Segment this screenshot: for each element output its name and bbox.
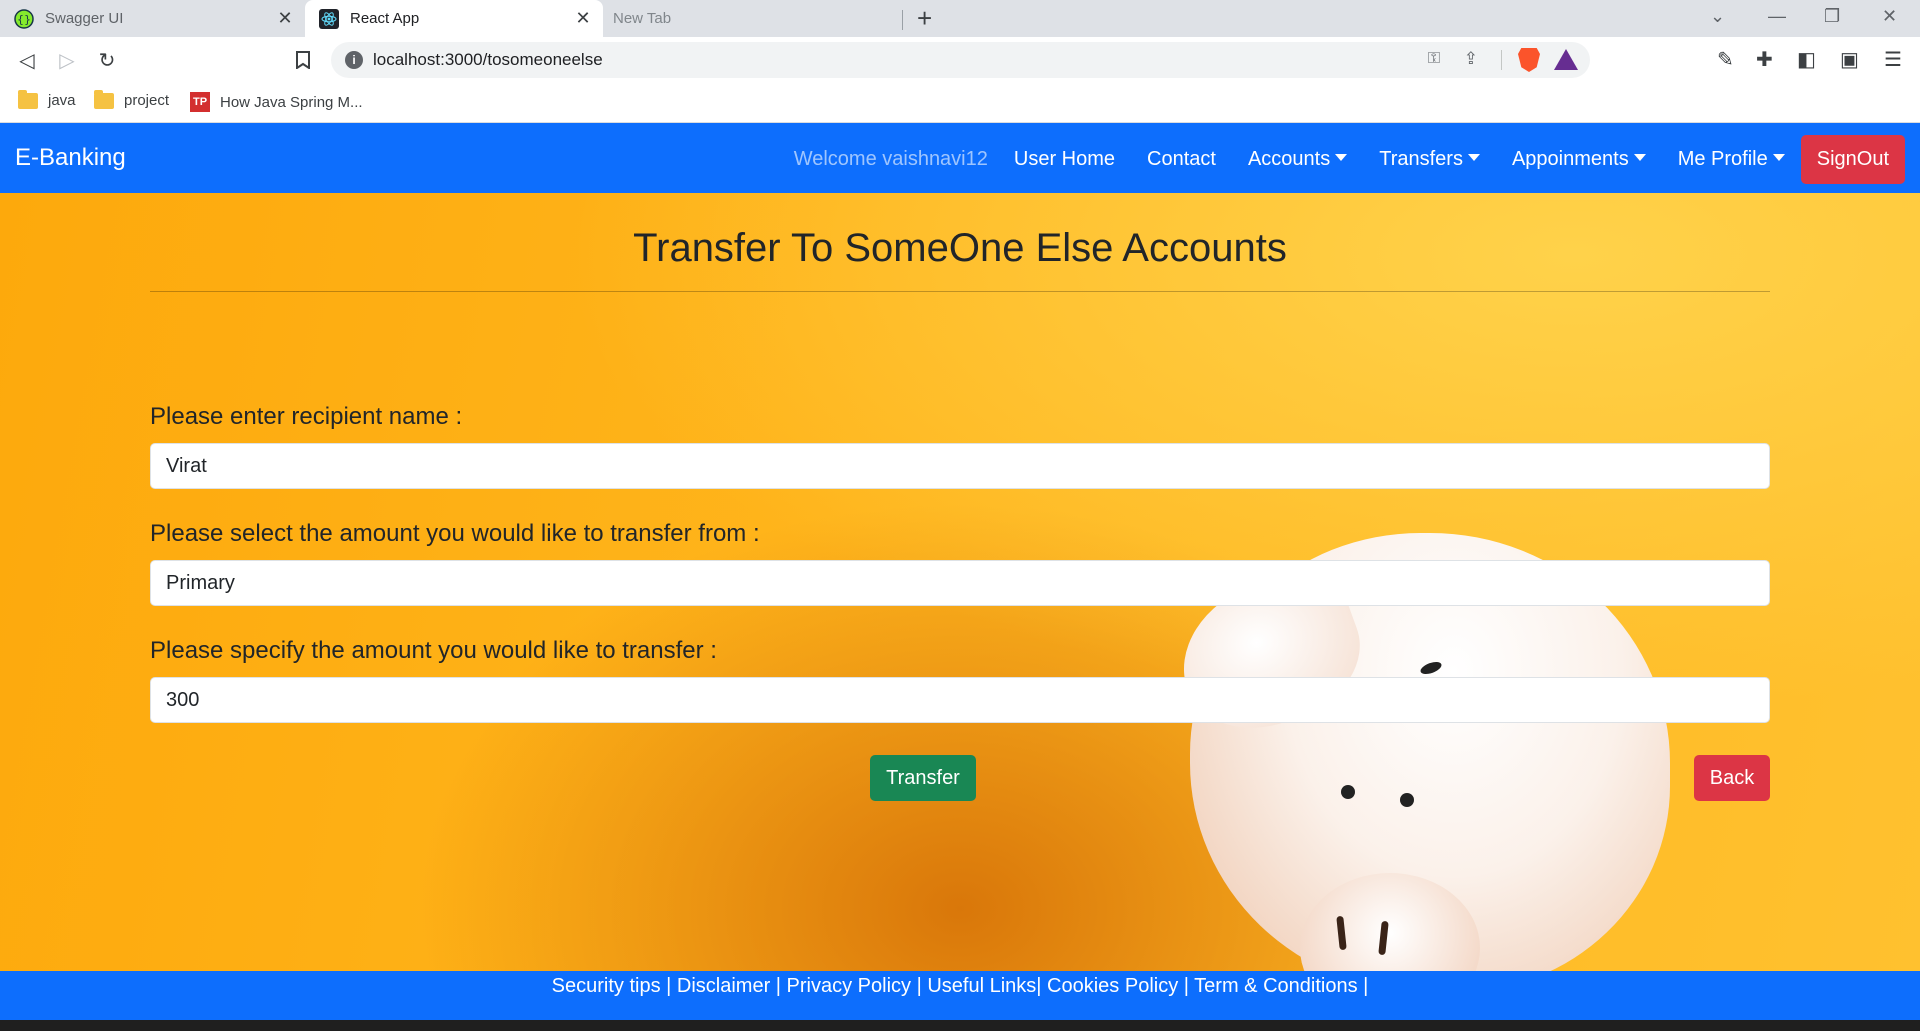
tab-new-tab[interactable]: New Tab [603,0,903,37]
close-tab-icon[interactable]: ✕ [275,8,295,28]
extensions-puzzle-icon[interactable]: ✚ [1756,47,1773,72]
nav-label: Contact [1147,147,1216,170]
from-account-select[interactable]: Primary [150,560,1770,606]
page-title: Transfer To SomeOne Else Accounts [633,226,1287,270]
tp-icon: TP [190,92,210,112]
tab-swagger-ui[interactable]: {} Swagger UI ✕ [0,0,305,37]
svg-text:{}: {} [17,13,31,26]
react-icon [319,8,339,29]
recipient-name-input[interactable]: Virat [150,443,1770,489]
nav-label: Transfers [1379,147,1463,170]
nav-user-home[interactable]: User Home [998,148,1131,171]
tab-title: React App [350,10,420,27]
back-arrow-icon[interactable]: ◁ [14,47,40,73]
caret-down-icon [1772,153,1785,161]
menu-icon[interactable]: ☰ [1884,47,1902,72]
nav-transfers-dropdown[interactable]: Transfers [1363,148,1496,171]
nav-label: User Home [1013,147,1116,170]
caret-down-icon [1335,153,1348,161]
footer-separator: | [1036,975,1048,997]
footer-link-disclaimer[interactable]: Disclaimer [677,975,770,997]
caret-down-icon [1633,153,1646,161]
title-divider [150,291,1770,292]
wallet-icon[interactable]: ▣ [1840,47,1859,72]
address-bar[interactable]: i localhost:3000/tosomeoneelse ⚿ ⇪ [331,42,1590,78]
footer-link-cookies-policy[interactable]: Cookies Policy [1047,975,1178,997]
page-background: Transfer To SomeOne Else Accounts Please… [0,193,1920,1020]
recipient-name-label: Please enter recipient name : [150,403,463,430]
nav-menu: Welcome vaishnavi12 User Home Contact Ac… [778,134,1905,184]
from-account-label: Please select the amount you would like … [150,520,760,547]
brave-shield-icon[interactable] [1518,48,1540,72]
bookmark-how-java-spring[interactable]: TP How Java Spring M... [190,92,363,112]
amount-label: Please specify the amount you would like… [150,637,717,664]
pen-icon[interactable]: ✎ [1717,47,1734,72]
footer-separator: | [911,975,928,997]
bookmark-project[interactable]: project [94,89,170,109]
footer-link-security-tips[interactable]: Security tips [552,975,661,997]
close-window-icon[interactable]: ✕ [1882,6,1897,27]
footer-separator: | [660,975,677,997]
footer-separator: | [1357,975,1369,997]
signout-button[interactable]: SignOut [1800,134,1905,184]
brand-logo[interactable]: E-Banking [15,144,126,172]
folder-icon [18,89,38,109]
key-icon[interactable]: ⚿ [1428,50,1440,68]
brave-rewards-icon[interactable] [1554,49,1578,70]
tab-divider [902,10,903,30]
footer: Security tips | Disclaimer | Privacy Pol… [0,971,1920,1020]
bookmark-java[interactable]: java [18,89,76,109]
nav-label: Accounts [1247,147,1331,170]
folder-icon [94,89,114,109]
nav-label: Appoinments [1511,147,1629,170]
footer-link-useful-links[interactable]: Useful Links [927,975,1036,997]
minimize-icon[interactable]: — [1768,6,1786,27]
nav-label: Me Profile [1677,147,1768,170]
url-text[interactable]: localhost:3000/tosomeoneelse [373,50,603,70]
nav-appoinments-dropdown[interactable]: Appoinments [1496,148,1662,171]
close-tab-icon[interactable]: ✕ [573,8,593,28]
sidebar-icon[interactable]: ◧ [1797,47,1816,72]
browser-toolbar: ◁ ▷ ↻ i localhost:3000/tosomeoneelse ⚿ ⇪… [0,37,1920,83]
piggy-bank-nostril [1336,915,1347,951]
caret-down-icon [1467,153,1480,161]
bookmark-label: project [124,92,170,109]
amount-input[interactable]: 300 [150,677,1770,723]
footer-link-terms[interactable]: Term & Conditions [1194,975,1357,997]
tab-title: New Tab [613,10,672,27]
bookmark-label: How Java Spring M... [220,93,363,111]
nav-accounts-dropdown[interactable]: Accounts [1232,148,1363,171]
tab-react-app[interactable]: React App ✕ [305,0,603,37]
piggy-bank-eye [1341,785,1355,799]
footer-separator: | [1178,975,1195,997]
reload-icon[interactable]: ↻ [94,47,120,73]
nav-contact[interactable]: Contact [1131,148,1232,171]
piggy-bank-slot [1418,659,1444,677]
bookmark-label: java [48,92,76,109]
transfer-button[interactable]: Transfer [870,755,976,801]
omnibox-divider [1501,50,1502,70]
back-button[interactable]: Back [1694,755,1770,801]
piggy-bank-eye [1400,793,1414,807]
footer-separator: | [770,975,787,997]
swagger-icon: {} [14,8,34,29]
footer-link-privacy-policy[interactable]: Privacy Policy [787,975,911,997]
piggy-bank-nostril [1378,920,1389,956]
os-taskbar [0,1020,1920,1031]
share-icon[interactable]: ⇪ [1464,49,1478,69]
site-info-icon[interactable]: i [345,51,363,69]
tab-search-chevron-icon[interactable]: ⌄ [1710,6,1725,27]
forward-arrow-icon[interactable]: ▷ [54,47,80,73]
restore-icon[interactable]: ❐ [1824,6,1840,27]
new-tab-plus-icon[interactable]: + [917,5,932,31]
bookmark-icon[interactable] [290,47,316,73]
browser-tab-strip: {} Swagger UI ✕ React App ✕ New Tab + ⌄ … [0,0,1920,37]
nav-me-profile-dropdown[interactable]: Me Profile [1662,148,1801,171]
bookmarks-bar: java project TP How Java Spring M... [0,83,1920,123]
app-viewport: E-Banking Welcome vaishnavi12 User Home … [0,123,1920,1020]
welcome-text: Welcome vaishnavi12 [793,147,988,170]
tab-title: Swagger UI [45,10,124,27]
top-navbar: E-Banking Welcome vaishnavi12 User Home … [0,123,1920,193]
